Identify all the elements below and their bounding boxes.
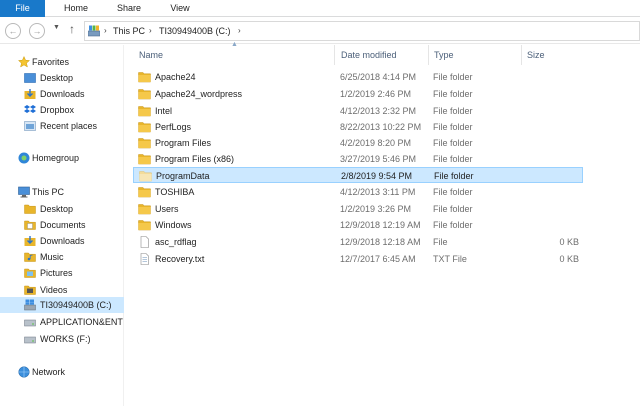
folder-icon xyxy=(138,204,151,215)
network-icon xyxy=(18,366,30,378)
file-row[interactable]: PerfLogs 8/22/2013 10:22 PM File folder xyxy=(133,119,583,135)
tab-view[interactable]: View xyxy=(162,0,198,17)
sidebar-item-drive-f[interactable]: WORKS (F:) xyxy=(0,331,124,347)
column-header-date-modified[interactable]: Date modified xyxy=(341,45,397,65)
file-row[interactable]: Windows 12/9/2018 12:19 AM File folder xyxy=(133,217,583,233)
navigation-bar: ← → ▼ ↑ › This PC › TI30949400B (C:) › xyxy=(0,18,640,44)
file-row[interactable]: Apache24 6/25/2018 4:14 PM File folder xyxy=(133,69,583,85)
tab-share[interactable]: Share xyxy=(108,0,150,17)
file-row-selected[interactable]: ProgramData 2/8/2019 9:54 PM File folder xyxy=(133,167,583,183)
column-header-size[interactable]: Size xyxy=(527,45,545,65)
sidebar-item-drive-application[interactable]: APPLICATION&ENT xyxy=(0,314,124,330)
sidebar-item-downloads[interactable]: Downloads xyxy=(0,86,124,102)
folder-icon xyxy=(24,204,36,214)
column-divider[interactable] xyxy=(428,45,429,65)
column-header-type[interactable]: Type xyxy=(434,45,454,65)
dropbox-icon xyxy=(24,105,36,113)
tab-file[interactable]: File xyxy=(0,0,45,17)
folder-icon xyxy=(138,106,151,117)
sidebar-item-desktop[interactable]: Desktop xyxy=(0,70,124,86)
sidebar-item-music[interactable]: Music xyxy=(0,249,124,265)
file-row[interactable]: asc_rdflag 12/9/2018 12:18 AM File 0 KB xyxy=(133,234,583,250)
folder-icon xyxy=(138,72,151,83)
breadcrumb-separator-icon[interactable]: › xyxy=(238,22,241,40)
file-row[interactable]: Apache24_wordpress 1/2/2019 2:46 PM File… xyxy=(133,86,583,102)
up-arrow-icon[interactable]: ↑ xyxy=(69,22,75,36)
forward-arrow-icon[interactable]: → xyxy=(29,23,45,39)
sidebar-item-this-pc[interactable]: This PC xyxy=(0,184,124,200)
column-divider[interactable] xyxy=(334,45,335,65)
address-bar[interactable]: › This PC › TI30949400B (C:) › xyxy=(84,21,640,41)
recent-locations-chevron-down-icon[interactable]: ▼ xyxy=(53,24,60,31)
folder-icon xyxy=(138,187,151,198)
breadcrumb-this-pc[interactable]: This PC xyxy=(113,22,145,40)
file-row[interactable]: Program Files (x86) 3/27/2019 5:46 PM Fi… xyxy=(133,151,583,167)
sidebar-item-dropbox[interactable]: Dropbox xyxy=(0,102,124,118)
sidebar-item-favorites[interactable]: Favorites xyxy=(0,54,124,70)
desktop-icon xyxy=(24,73,36,83)
star-icon xyxy=(18,56,30,68)
tab-home[interactable]: Home xyxy=(56,0,96,17)
sidebar-item-network[interactable]: Network xyxy=(0,364,124,380)
recent-places-icon xyxy=(24,121,36,131)
folder-icon xyxy=(138,154,151,165)
music-folder-icon xyxy=(24,252,36,262)
sort-ascending-icon: ▲ xyxy=(231,41,238,48)
column-header-name[interactable]: Name xyxy=(139,45,163,65)
navigation-pane: Favorites Desktop Downloads Dropbox Rece… xyxy=(0,45,124,406)
windows-drive-icon xyxy=(24,299,36,311)
videos-folder-icon xyxy=(24,285,36,295)
blank-file-icon xyxy=(140,236,149,248)
downloads-icon xyxy=(24,236,36,246)
folder-icon xyxy=(138,220,151,231)
file-row[interactable]: Users 1/2/2019 3:26 PM File folder xyxy=(133,201,583,217)
file-row[interactable]: TOSHIBA 4/12/2013 3:11 PM File folder xyxy=(133,184,583,200)
back-arrow-icon[interactable]: ← xyxy=(5,23,21,39)
computer-icon xyxy=(18,186,30,198)
sidebar-item-videos[interactable]: Videos xyxy=(0,282,124,298)
documents-folder-icon xyxy=(24,220,36,230)
text-file-icon xyxy=(140,253,149,265)
sidebar-item-documents[interactable]: Documents xyxy=(0,217,124,233)
folder-icon xyxy=(138,89,151,100)
sidebar-item-recent-places[interactable]: Recent places xyxy=(0,118,124,134)
drive-icon xyxy=(24,319,36,327)
folder-icon xyxy=(138,122,151,133)
sidebar-item-homegroup[interactable]: Homegroup xyxy=(0,150,124,166)
breadcrumb-separator-icon[interactable]: › xyxy=(104,22,107,40)
sidebar-item-downloads[interactable]: Downloads xyxy=(0,233,124,249)
downloads-icon xyxy=(24,89,36,99)
file-row[interactable]: Recovery.txt 12/7/2017 6:45 AM TXT File … xyxy=(133,251,583,267)
column-divider[interactable] xyxy=(521,45,522,65)
ribbon-tab-bar: File Home Share View xyxy=(0,0,640,17)
breadcrumb-c-drive[interactable]: TI30949400B (C:) xyxy=(159,22,231,40)
file-row[interactable]: Intel 4/12/2013 2:32 PM File folder xyxy=(133,103,583,119)
drive-icon xyxy=(24,336,36,344)
hidden-folder-icon xyxy=(139,171,152,182)
homegroup-icon xyxy=(18,152,30,164)
sidebar-item-drive-c[interactable]: TI30949400B (C:) xyxy=(0,297,124,313)
file-row[interactable]: Program Files 4/2/2019 8:20 PM File fold… xyxy=(133,135,583,151)
pc-drive-icon xyxy=(88,25,100,37)
folder-icon xyxy=(138,138,151,149)
sidebar-item-desktop[interactable]: Desktop xyxy=(0,201,124,217)
breadcrumb-separator-icon[interactable]: › xyxy=(149,22,152,40)
pictures-folder-icon xyxy=(24,268,36,278)
sidebar-item-pictures[interactable]: Pictures xyxy=(0,265,124,281)
